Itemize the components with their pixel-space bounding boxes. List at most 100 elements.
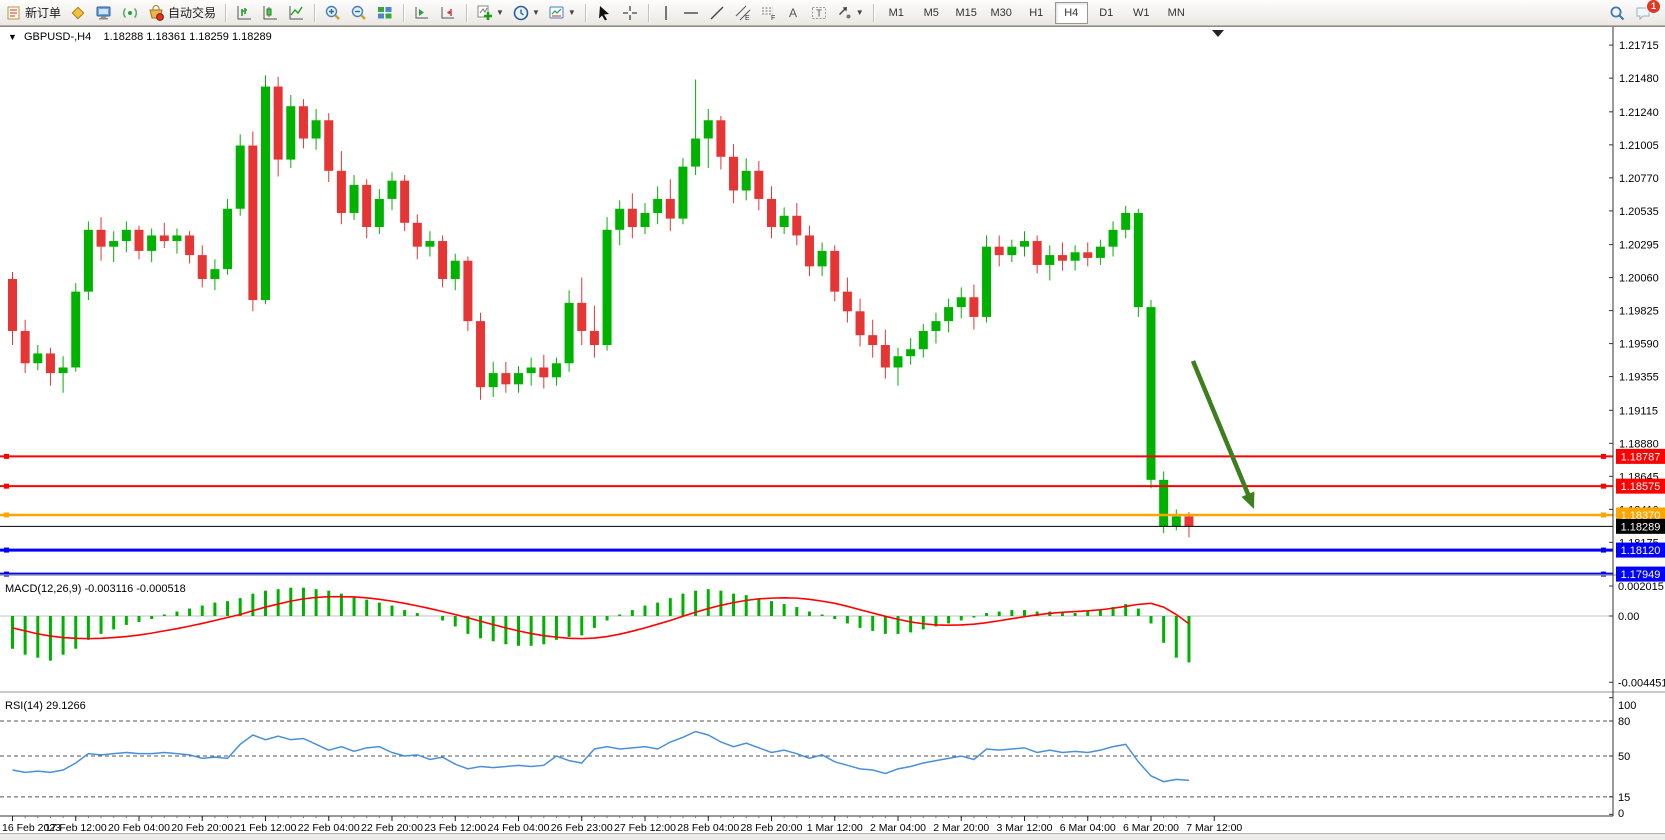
price-tick-label: 1.19115 <box>1619 405 1658 417</box>
zoom-in-button[interactable] <box>321 2 345 24</box>
toolbar-separator <box>403 4 404 22</box>
candle <box>362 185 371 227</box>
candle <box>843 292 852 312</box>
terminal-monitor-button[interactable] <box>92 2 116 24</box>
tile-windows-icon <box>376 4 394 22</box>
candle <box>577 303 586 331</box>
candle <box>1045 255 1054 265</box>
candle <box>729 157 738 191</box>
candle <box>388 181 397 199</box>
svg-text:T: T <box>816 8 822 19</box>
text-tool-button[interactable]: A <box>783 2 805 24</box>
indicators-button[interactable]: ▼ <box>473 2 507 24</box>
timeframe-button-H4[interactable]: H4 <box>1055 2 1088 24</box>
horizontal-line-tool-button[interactable] <box>679 2 703 24</box>
timeframe-button-D1[interactable]: D1 <box>1090 2 1123 24</box>
price-tick-label: 1.20770 <box>1619 173 1659 185</box>
line-handle[interactable] <box>1601 572 1606 577</box>
new-order-button[interactable]: 新订单 <box>3 2 64 24</box>
new-order-label: 新订单 <box>25 4 61 21</box>
candle <box>565 303 574 363</box>
chart-canvas[interactable]: 1.217151.214801.212401.210051.207701.205… <box>0 27 1665 834</box>
line-handle[interactable] <box>4 572 9 577</box>
zoom-in-icon <box>324 4 342 22</box>
periods-button[interactable]: ▼ <box>509 2 543 24</box>
auto-trading-button[interactable]: 自动交易 <box>144 2 219 24</box>
candle <box>1121 213 1130 230</box>
fibonacci-tool-button[interactable]: F <box>757 2 781 24</box>
candle <box>767 199 776 227</box>
chart-shift-marker[interactable] <box>1212 30 1224 37</box>
crosshair-tool-button[interactable] <box>618 2 642 24</box>
candle <box>375 199 384 227</box>
candlestick-mode-button[interactable] <box>258 2 282 24</box>
timeframe-button-M15[interactable]: M15 <box>950 2 983 24</box>
line-handle[interactable] <box>4 454 9 459</box>
line-chart-mode-button[interactable] <box>284 2 308 24</box>
candle <box>463 261 472 321</box>
rsi-tick-label: 50 <box>1618 751 1630 763</box>
timeframe-button-M30[interactable]: M30 <box>985 2 1018 24</box>
signals-button[interactable] <box>118 2 142 24</box>
candle <box>792 216 801 236</box>
line-handle[interactable] <box>4 548 9 553</box>
timeframe-button-W1[interactable]: W1 <box>1125 2 1158 24</box>
chevron-down-icon: ▼ <box>856 8 864 17</box>
blue-monitor-icon <box>95 4 113 22</box>
candle <box>590 331 599 345</box>
candle <box>641 213 650 227</box>
timeframe-button-M5[interactable]: M5 <box>915 2 948 24</box>
line-handle[interactable] <box>4 512 9 517</box>
chart-window[interactable]: ▼ GBPUSD-,H4 1.18288 1.18361 1.18259 1.1… <box>0 26 1665 834</box>
candle <box>172 235 181 241</box>
candle <box>97 230 106 247</box>
gold-diamond-button[interactable] <box>66 2 90 24</box>
tile-windows-button[interactable] <box>373 2 397 24</box>
arrows-tool-button[interactable]: ▼ <box>833 2 867 24</box>
candle <box>666 199 675 219</box>
line-handle[interactable] <box>1601 512 1606 517</box>
bar-chart-mode-button[interactable] <box>232 2 256 24</box>
templates-button[interactable]: ▼ <box>545 2 579 24</box>
candle <box>413 223 422 247</box>
candle <box>716 120 725 157</box>
candle <box>299 106 308 138</box>
candle <box>1033 241 1042 265</box>
toolbar-separator <box>585 4 586 22</box>
price-tick-label: 1.21715 <box>1619 40 1659 52</box>
price-tick-label: 1.20535 <box>1619 206 1659 218</box>
candle <box>122 230 131 241</box>
toolbar-right-group: 1 <box>1604 2 1657 24</box>
price-tick-label: 1.19825 <box>1619 306 1659 318</box>
timeframe-button-MN[interactable]: MN <box>1160 2 1193 24</box>
line-handle[interactable] <box>1601 548 1606 553</box>
cursor-tool-button[interactable] <box>592 2 616 24</box>
candle <box>552 363 561 377</box>
rsi-line <box>13 731 1189 781</box>
line-handle[interactable] <box>4 484 9 489</box>
candle <box>198 255 207 279</box>
auto-scroll-button[interactable] <box>410 2 434 24</box>
notifications-button[interactable]: 1 <box>1631 2 1656 24</box>
label-tool-button[interactable]: T <box>807 2 831 24</box>
candle <box>312 120 321 138</box>
chart-shift-button[interactable] <box>436 2 460 24</box>
vertical-line-tool-button[interactable] <box>655 2 677 24</box>
line-handle[interactable] <box>1601 484 1606 489</box>
zoom-out-button[interactable] <box>347 2 371 24</box>
line-handle[interactable] <box>1601 454 1606 459</box>
channel-tool-button[interactable]: E <box>731 2 755 24</box>
candle <box>185 235 194 255</box>
candle <box>856 311 865 335</box>
timeframe-button-H1[interactable]: H1 <box>1020 2 1053 24</box>
timeframe-button-M1[interactable]: M1 <box>880 2 913 24</box>
candles-layer <box>8 75 1193 537</box>
candle <box>261 87 270 300</box>
new-order-icon <box>6 5 22 21</box>
trendline-tool-button[interactable] <box>705 2 729 24</box>
candle <box>248 146 257 301</box>
search-button[interactable] <box>1605 2 1629 24</box>
chevron-down-icon: ▼ <box>568 8 576 17</box>
candle <box>425 241 434 247</box>
candle <box>628 209 637 227</box>
